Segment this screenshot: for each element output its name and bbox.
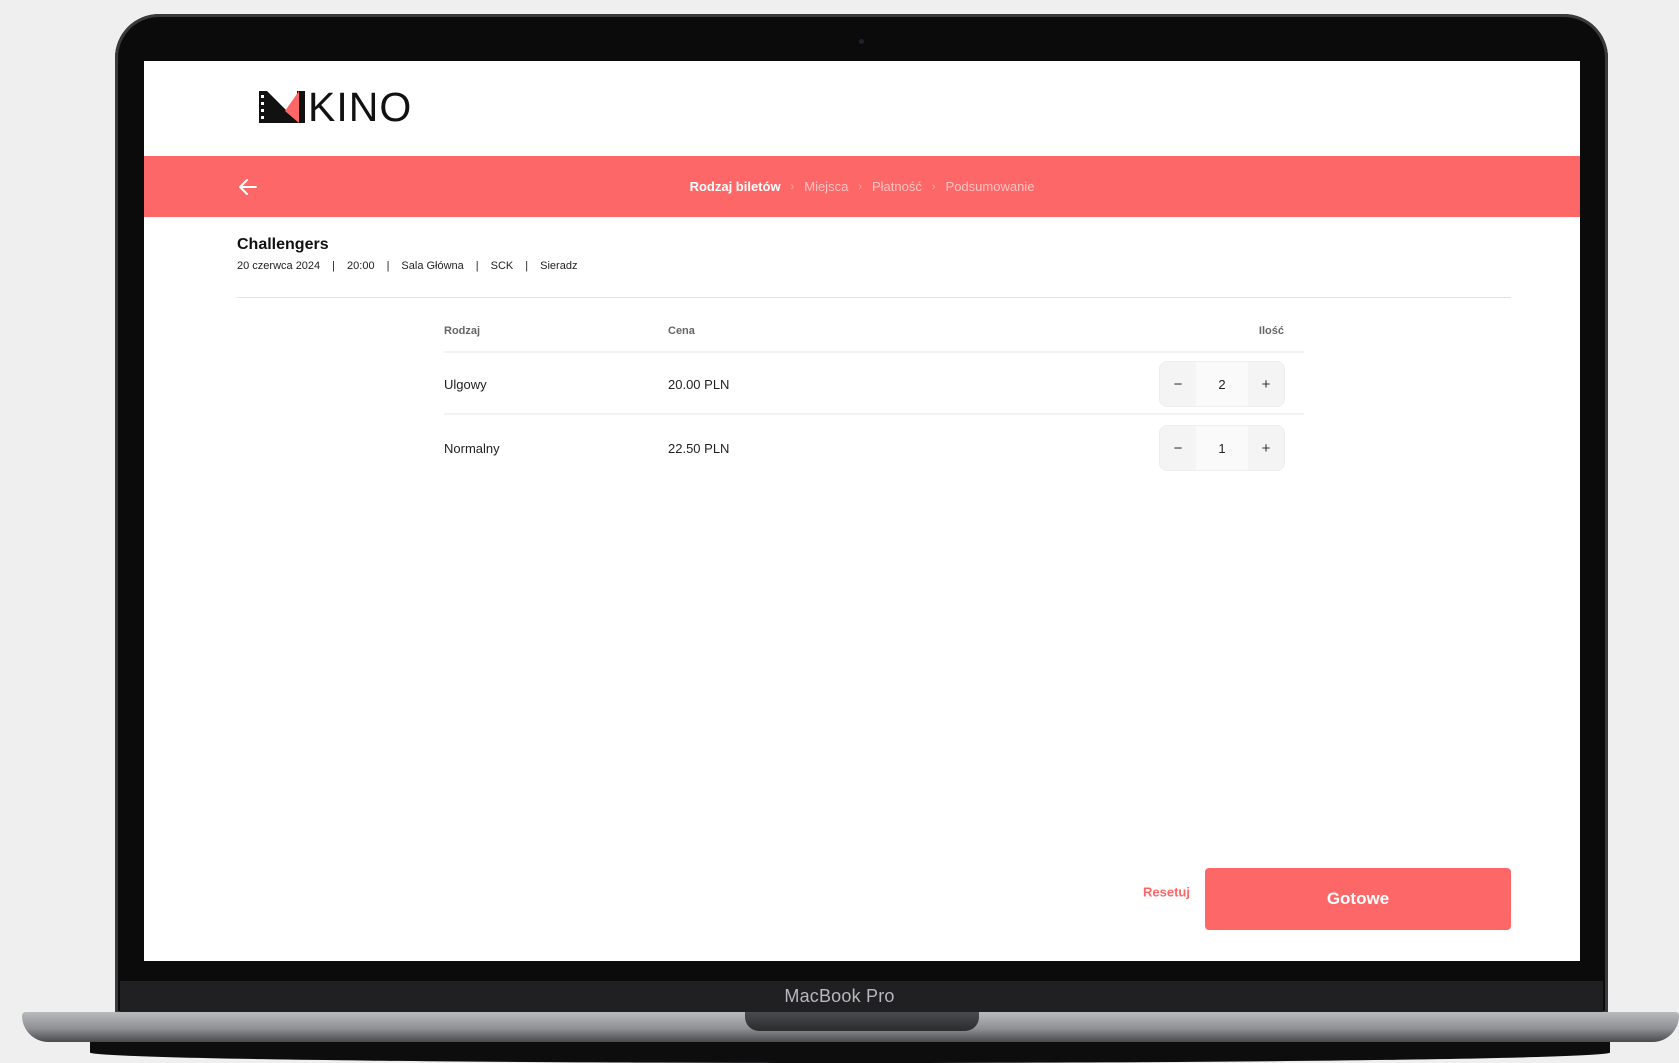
step-summary[interactable]: Podsumowanie xyxy=(946,179,1035,194)
movie-title: Challengers xyxy=(237,236,329,253)
decrement-button[interactable]: − xyxy=(1160,362,1196,406)
header-price: Cena xyxy=(668,325,695,337)
chevron-right-icon: › xyxy=(858,180,862,193)
movie-hall: Sala Główna xyxy=(401,260,464,272)
logo-text: KINO xyxy=(308,84,413,130)
movie-venue: SCK xyxy=(490,260,514,272)
divider xyxy=(237,297,1511,298)
app-screen: KINO Rodzaj biletów › Miejsca › Płatność… xyxy=(144,61,1580,961)
increment-button[interactable]: + xyxy=(1248,362,1284,406)
meta-separator: | xyxy=(386,260,390,272)
movie-meta: 20 czerwca 2024 | 20:00 | Sala Główna | … xyxy=(237,260,577,272)
camera-icon xyxy=(859,39,864,44)
quantity-stepper: − 2 + xyxy=(1160,362,1284,406)
ticket-type: Ulgowy xyxy=(444,377,487,392)
movie-time: 20:00 xyxy=(347,260,375,272)
chevron-right-icon: › xyxy=(931,180,936,193)
device-label: MacBook Pro xyxy=(784,986,895,1006)
step-ticket-type[interactable]: Rodzaj biletów xyxy=(690,179,781,194)
quantity-stepper: − 1 + xyxy=(1160,426,1284,470)
quantity-value[interactable]: 1 xyxy=(1196,426,1248,470)
movie-city: Sieradz xyxy=(540,260,578,272)
quantity-value[interactable]: 2 xyxy=(1196,362,1248,406)
header-qty: Ilość xyxy=(1258,325,1284,337)
step-seats[interactable]: Miejsca xyxy=(804,179,848,194)
breadcrumb: Rodzaj biletów › Miejsca › Płatność › Po… xyxy=(144,156,1580,217)
table-row: Normalny 22.50 PLN − 1 + xyxy=(444,417,1304,481)
decrement-button[interactable]: − xyxy=(1160,426,1196,470)
reset-button[interactable]: Resetuj xyxy=(1143,885,1190,900)
laptop-notch xyxy=(745,1012,979,1031)
laptop-foot xyxy=(90,1042,1610,1063)
logo[interactable]: KINO xyxy=(259,84,413,130)
movie-date: 20 czerwca 2024 xyxy=(237,260,321,272)
meta-separator: | xyxy=(475,260,479,272)
kino-logo-icon xyxy=(259,91,305,123)
done-button[interactable]: Gotowe xyxy=(1205,868,1511,930)
meta-separator: | xyxy=(332,260,336,272)
step-bar: Rodzaj biletów › Miejsca › Płatność › Po… xyxy=(144,156,1580,217)
chevron-right-icon: › xyxy=(790,180,795,193)
ticket-price: 20.00 PLN xyxy=(668,377,730,392)
step-payment[interactable]: Płatność xyxy=(872,179,922,194)
ticket-type: Normalny xyxy=(444,441,500,456)
header-type: Rodzaj xyxy=(444,325,481,337)
table-row: Ulgowy 20.00 PLN − 2 + xyxy=(444,351,1304,415)
ticket-price: 22.50 PLN xyxy=(668,441,730,456)
increment-button[interactable]: + xyxy=(1248,426,1284,470)
meta-separator: | xyxy=(525,260,529,272)
